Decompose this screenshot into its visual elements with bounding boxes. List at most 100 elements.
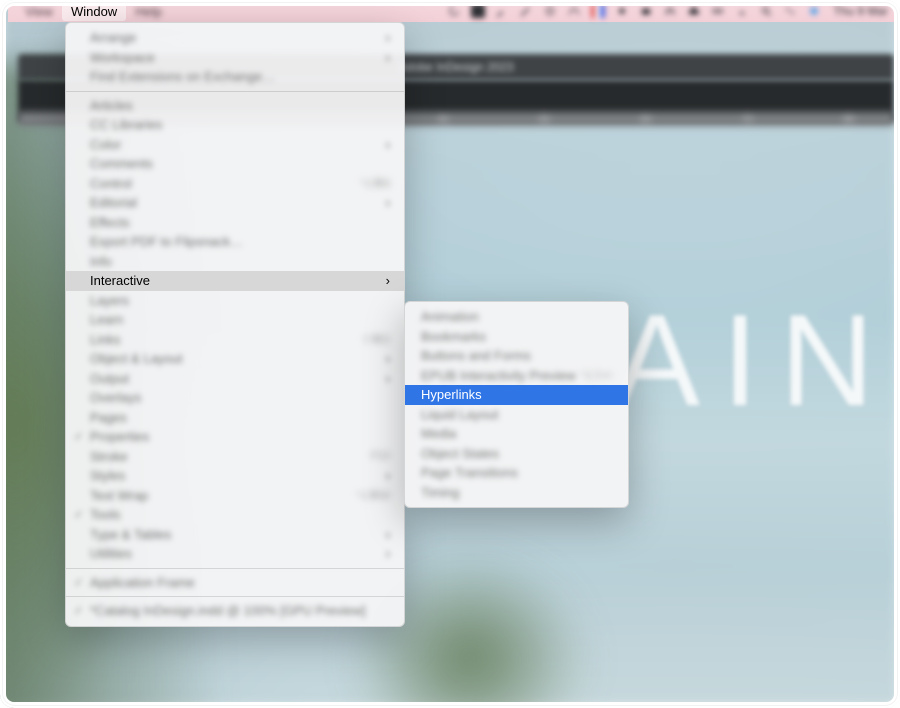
menubar-item-view[interactable]: View — [16, 2, 62, 21]
menu-item-workspace[interactable]: Workspace› — [66, 48, 404, 68]
menu-item-label: *Catalog InDesign.indd @ 100% [GPU Previ… — [90, 603, 390, 618]
chevron-right-icon: › — [386, 546, 390, 561]
menu-item-properties[interactable]: ✓Properties — [66, 427, 404, 447]
submenu-item-liquid-layout[interactable]: Liquid Layout — [405, 405, 628, 425]
menu-separator — [66, 91, 404, 92]
background-text: AIN — [613, 285, 896, 435]
submenu-item-label: Animation — [421, 309, 612, 324]
menu-item-articles[interactable]: Articles — [66, 96, 404, 116]
window-menu: Arrange›Workspace›Find Extensions on Exc… — [65, 22, 405, 627]
menu-item-utilities[interactable]: Utilities› — [66, 544, 404, 564]
pen-icon[interactable] — [519, 4, 533, 18]
menu-item-label: Comments — [90, 156, 390, 171]
menu-item-shortcut: F10 — [371, 450, 390, 462]
menu-item-color[interactable]: Color› — [66, 135, 404, 155]
menu-item-cc-libraries[interactable]: CC Libraries — [66, 115, 404, 135]
curve-icon[interactable] — [567, 4, 581, 18]
flag-icon[interactable] — [591, 4, 605, 18]
menu-item-label: Interactive — [90, 273, 386, 288]
menubar-item-window[interactable]: Window — [62, 2, 126, 21]
cloud-icon[interactable] — [687, 4, 701, 18]
search-icon[interactable] — [759, 4, 773, 18]
menu-item-tools[interactable]: ✓Tools — [66, 505, 404, 525]
menu-separator — [66, 568, 404, 569]
checkmark-icon: ✓ — [74, 430, 83, 443]
submenu-item-animation[interactable]: Animation — [405, 307, 628, 327]
menu-item-application-frame[interactable]: ✓Application Frame — [66, 573, 404, 593]
menu-item-output[interactable]: Output› — [66, 369, 404, 389]
menu-item-overlays[interactable]: Overlays — [66, 388, 404, 408]
battery-icon[interactable] — [711, 4, 725, 18]
submenu-item-label: Liquid Layout — [421, 407, 612, 422]
app-title: Adobe InDesign 2023 — [398, 60, 513, 74]
submenu-item-epub-interactivity-preview[interactable]: EPUB Interactivity Preview⌥⇧↩ — [405, 366, 628, 386]
menu-item-object-layout[interactable]: Object & Layout› — [66, 349, 404, 369]
menu-item-label: Output — [90, 371, 386, 386]
menu-item-label: Pages — [90, 410, 390, 425]
menu-item-text-wrap[interactable]: Text Wrap ⌥⌘W — [66, 486, 404, 506]
menu-item-styles[interactable]: Styles› — [66, 466, 404, 486]
submenu-item-timing[interactable]: Timing — [405, 483, 628, 503]
menu-item-find-extensions-on-exchange[interactable]: Find Extensions on Exchange… — [66, 67, 404, 87]
submenu-item-media[interactable]: Media — [405, 424, 628, 444]
menu-item-interactive[interactable]: Interactive› — [66, 271, 404, 291]
menu-item-label: Info — [90, 254, 390, 269]
menubar-right: Thu 9 Mar — [447, 4, 888, 18]
menu-item-shortcut: ⌥⌘W — [356, 489, 390, 502]
eyedropper-icon[interactable] — [495, 4, 509, 18]
submenu-item-object-states[interactable]: Object States — [405, 444, 628, 464]
menu-item-arrange[interactable]: Arrange› — [66, 28, 404, 48]
submenu-item-buttons-and-forms[interactable]: Buttons and Forms — [405, 346, 628, 366]
headphones-icon[interactable] — [663, 4, 677, 18]
wifi-icon[interactable] — [735, 4, 749, 18]
menu-item-label: Articles — [90, 98, 390, 113]
menu-item-editorial[interactable]: Editorial› — [66, 193, 404, 213]
menu-item-label: Text Wrap — [90, 488, 344, 503]
menu-item-label: Workspace — [90, 50, 386, 65]
record-icon[interactable] — [615, 4, 629, 18]
menu-item-control[interactable]: Control⌥⌘6 — [66, 174, 404, 194]
menu-item-learn[interactable]: Learn — [66, 310, 404, 330]
submenu-item-hyperlinks[interactable]: Hyperlinks — [405, 385, 628, 405]
user-icon[interactable] — [807, 4, 821, 18]
control-center-icon[interactable] — [783, 4, 797, 18]
submenu-item-page-transitions[interactable]: Page Transitions — [405, 463, 628, 483]
menu-item-label: Export PDF to Flipsnack… — [90, 234, 390, 249]
menu-item-export-pdf-to-flipsnack[interactable]: Export PDF to Flipsnack… — [66, 232, 404, 252]
menu-item-layers[interactable]: Layers — [66, 291, 404, 311]
chevron-right-icon: › — [386, 273, 390, 288]
menu-item-label: Control — [90, 176, 348, 191]
circle-icon[interactable] — [543, 4, 557, 18]
submenu-item-label: Bookmarks — [421, 329, 612, 344]
menu-item-label: Overlays — [90, 390, 390, 405]
submenu-item-label: Media — [421, 426, 612, 441]
camera-icon[interactable] — [639, 4, 653, 18]
checkmark-icon: ✓ — [74, 576, 83, 589]
submenu-item-label: Object States — [421, 446, 612, 461]
menu-item-pages[interactable]: Pages — [66, 408, 404, 428]
menu-item-comments[interactable]: Comments — [66, 154, 404, 174]
menu-item-label: Styles — [90, 468, 386, 483]
menu-item-catalog-indesign-indd-100-gpu-preview[interactable]: ✓*Catalog InDesign.indd @ 100% [GPU Prev… — [66, 601, 404, 621]
chevron-right-icon: › — [386, 351, 390, 366]
menu-item-type-tables[interactable]: Type & Tables› — [66, 525, 404, 545]
sync-icon[interactable] — [447, 4, 461, 18]
menu-item-shortcut: ⇧⌘D — [362, 333, 390, 346]
menubar-item-help[interactable]: Help — [126, 2, 171, 21]
menu-item-label: Layers — [90, 293, 390, 308]
status-icon[interactable] — [471, 4, 485, 18]
submenu-item-bookmarks[interactable]: Bookmarks — [405, 327, 628, 347]
menu-item-stroke[interactable]: StrokeF10 — [66, 447, 404, 467]
menu-item-effects[interactable]: Effects — [66, 213, 404, 233]
submenu-item-label: Timing — [421, 485, 612, 500]
submenu-item-shortcut: ⌥⇧↩ — [581, 369, 612, 382]
menu-item-links[interactable]: Links⇧⌘D — [66, 330, 404, 350]
mac-menubar: ViewWindowHelp Thu 9 Mar — [8, 0, 896, 22]
interactive-submenu: Animation Bookmarks Buttons and FormsEPUB … — [404, 301, 629, 508]
menu-item-label: Type & Tables — [90, 527, 386, 542]
menu-item-info[interactable]: Info — [66, 252, 404, 272]
menu-item-label: Find Extensions on Exchange… — [90, 69, 390, 84]
chevron-right-icon: › — [386, 137, 390, 152]
submenu-item-label: Hyperlinks — [421, 387, 612, 402]
menubar-clock[interactable]: Thu 9 Mar — [833, 4, 888, 18]
